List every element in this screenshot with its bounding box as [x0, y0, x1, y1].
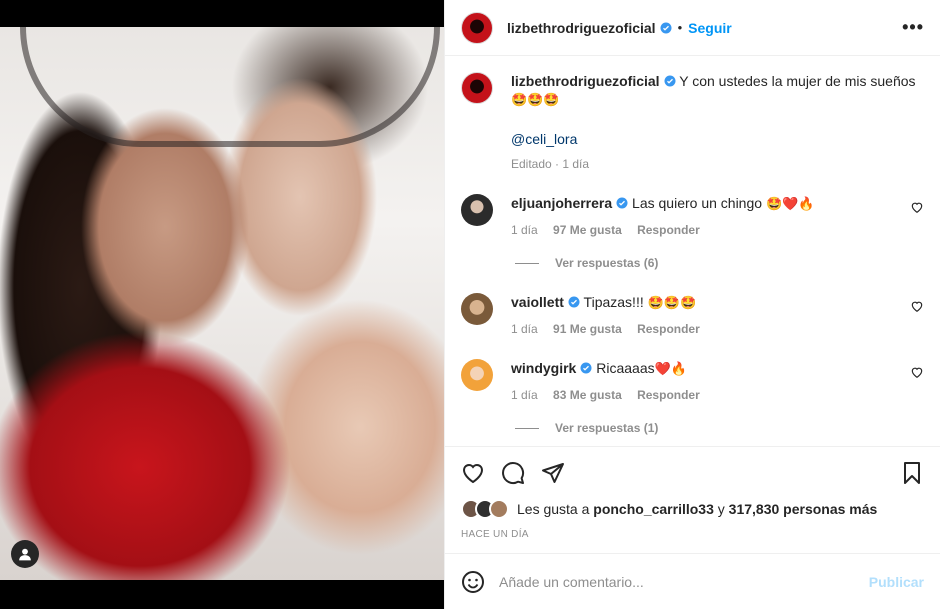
commenter-avatar[interactable] — [461, 293, 493, 325]
comment-emojis: 🤩❤️🔥 — [765, 196, 815, 211]
caption-meta: Editado · 1 día — [511, 157, 590, 171]
likes-middle: y — [717, 501, 725, 517]
comment-username[interactable]: eljuanjoherrera — [511, 195, 612, 211]
comment-bubble-icon[interactable] — [501, 461, 525, 485]
reply-button[interactable]: Responder — [637, 322, 700, 336]
reply-button[interactable]: Responder — [637, 223, 700, 237]
user-icon — [19, 548, 31, 561]
comment-text-line: eljuanjoherrera Las quiero un chingo 🤩❤️… — [511, 194, 902, 213]
owner-avatar[interactable] — [461, 11, 493, 44]
caption-body: lizbethrodriguezoficial Y con ustedes la… — [511, 72, 924, 171]
caption-avatar[interactable] — [461, 72, 493, 104]
comment-time[interactable]: 1 día — [511, 322, 538, 336]
caption-text-line: lizbethrodriguezoficial Y con ustedes la… — [511, 72, 924, 109]
add-comment-bar: Publicar — [445, 553, 940, 609]
comment-text-line: windygirk Ricaaaas❤️🔥 — [511, 359, 902, 378]
verified-icon — [616, 197, 628, 209]
comment-like-heart-icon[interactable] — [910, 299, 924, 313]
comment-likes[interactable]: 83 Me gusta — [553, 388, 622, 402]
likes-prefix: Les gusta a — [517, 501, 590, 517]
comment-body: windygirk Ricaaaas❤️🔥 1 día 83 Me gusta … — [511, 359, 902, 402]
share-send-icon[interactable] — [541, 461, 565, 485]
follow-button[interactable]: Seguir — [688, 20, 732, 36]
publish-button[interactable]: Publicar — [869, 574, 924, 590]
likes-summary: Les gusta a poncho_carrillo33 y 317,830 … — [445, 499, 940, 519]
comment-likes[interactable]: 97 Me gusta — [553, 223, 622, 237]
emoji-smiley-icon[interactable] — [461, 570, 485, 594]
liker-avatars — [461, 499, 509, 519]
headboard-shape — [20, 27, 440, 147]
verified-icon — [664, 75, 676, 87]
comment-input[interactable] — [499, 573, 869, 590]
comments-section[interactable]: lizbethrodriguezoficial Y con ustedes la… — [445, 56, 940, 447]
commenter-avatar[interactable] — [461, 194, 493, 226]
comment-username[interactable]: vaiollett — [511, 294, 564, 310]
caption-username[interactable]: lizbethrodriguezoficial — [511, 73, 660, 89]
replies-divider — [515, 262, 539, 264]
save-bookmark-icon[interactable] — [900, 461, 924, 485]
caption-emojis: 🤩🤩🤩 — [511, 92, 560, 107]
tagged-users-button[interactable] — [11, 540, 39, 568]
caption-text: Y con ustedes la mujer de mis sueños — [679, 73, 916, 89]
comment-meta: 1 día 83 Me gusta Responder — [511, 388, 902, 402]
post-media — [0, 0, 444, 609]
more-options-button[interactable]: ••• — [902, 17, 924, 38]
replies-divider — [515, 427, 539, 429]
view-replies-label: Ver respuestas (6) — [555, 256, 659, 270]
verified-icon — [580, 362, 592, 374]
comment-item: eljuanjoherrera Las quiero un chingo 🤩❤️… — [461, 194, 924, 237]
comment-like-heart-icon[interactable] — [910, 200, 924, 214]
post-container: lizbethrodriguezoficial • Seguir ••• liz… — [0, 0, 940, 609]
post-photo[interactable] — [0, 27, 444, 580]
comment-item: vaiollett Tipazas!!! 🤩🤩🤩 1 día 91 Me gus… — [461, 293, 924, 336]
header-username[interactable]: lizbethrodriguezoficial — [507, 20, 656, 36]
commenter-avatar[interactable] — [461, 359, 493, 391]
comment-text: Tipazas!!! — [583, 294, 644, 310]
comment-text: Las quiero un chingo — [632, 195, 763, 211]
liker-username[interactable]: poncho_carrillo33 — [593, 501, 714, 517]
comment-body: eljuanjoherrera Las quiero un chingo 🤩❤️… — [511, 194, 902, 237]
verified-icon — [660, 22, 672, 33]
comment-emojis: ❤️🔥 — [654, 361, 687, 376]
header-user: lizbethrodriguezoficial • Seguir — [507, 20, 732, 36]
action-bar — [445, 447, 940, 499]
comment-emojis: 🤩🤩🤩 — [647, 295, 697, 310]
header-separator: • — [677, 20, 683, 35]
post-panel: lizbethrodriguezoficial • Seguir ••• liz… — [444, 0, 940, 609]
comment-username[interactable]: windygirk — [511, 360, 576, 376]
like-heart-icon[interactable] — [461, 461, 485, 485]
comment-time[interactable]: 1 día — [511, 223, 538, 237]
view-replies-button[interactable]: Ver respuestas (6) — [515, 256, 924, 270]
reply-button[interactable]: Responder — [637, 388, 700, 402]
comment-like-heart-icon[interactable] — [910, 365, 924, 379]
comment-likes[interactable]: 91 Me gusta — [553, 322, 622, 336]
caption-mention-link[interactable]: @celi_lora — [511, 131, 924, 147]
view-replies-label: Ver respuestas (1) — [555, 421, 659, 435]
comment-time[interactable]: 1 día — [511, 388, 538, 402]
comment-body: vaiollett Tipazas!!! 🤩🤩🤩 1 día 91 Me gus… — [511, 293, 902, 336]
caption: lizbethrodriguezoficial Y con ustedes la… — [461, 72, 924, 171]
comment-text-line: vaiollett Tipazas!!! 🤩🤩🤩 — [511, 293, 902, 312]
view-replies-button[interactable]: Ver respuestas (1) — [515, 421, 924, 435]
post-timestamp[interactable]: HACE UN DÍA — [445, 519, 940, 540]
liker-avatar — [489, 499, 509, 519]
comment-meta: 1 día 91 Me gusta Responder — [511, 322, 902, 336]
verified-icon — [568, 296, 580, 308]
post-header: lizbethrodriguezoficial • Seguir ••• — [445, 0, 940, 56]
comment-text: Ricaaaas — [596, 360, 655, 376]
comment-meta: 1 día 97 Me gusta Responder — [511, 223, 902, 237]
likes-count-link[interactable]: 317,830 personas más — [729, 501, 878, 517]
comment-item: windygirk Ricaaaas❤️🔥 1 día 83 Me gusta … — [461, 359, 924, 402]
